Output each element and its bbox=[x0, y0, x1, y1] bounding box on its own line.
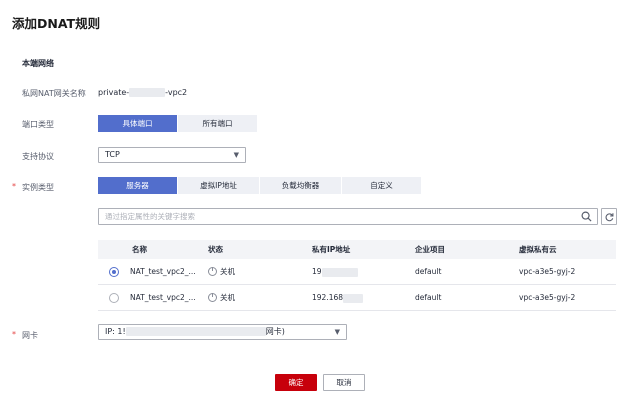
redacted-mask bbox=[321, 267, 358, 277]
protocol-select[interactable]: TCP ▼ bbox=[98, 147, 246, 163]
row-ip-text: 192.168 bbox=[312, 293, 344, 302]
row-status-text: 关机 bbox=[220, 267, 235, 276]
row-ip: 19 bbox=[312, 259, 358, 285]
nic-value-prefix: IP: 1! bbox=[105, 327, 126, 336]
instance-type-load-balancer[interactable]: 负载均衡器 bbox=[260, 177, 342, 194]
row-radio[interactable] bbox=[109, 293, 119, 303]
redacted-mask bbox=[343, 293, 364, 303]
power-off-icon bbox=[208, 292, 217, 302]
nic-select[interactable]: IP: 1! 网卡) ▼ bbox=[98, 324, 347, 340]
column-header-ip: 私有IP地址 bbox=[312, 245, 351, 254]
instance-table: 名称 状态 私有IP地址 企业项目 虚拟私有云 NAT_test_vpc2_..… bbox=[98, 240, 616, 311]
row-ip-text: 19 bbox=[312, 267, 322, 276]
chevron-down-icon: ▼ bbox=[233, 151, 239, 159]
protocol-value: TCP bbox=[105, 150, 120, 159]
nat-gateway-name: private- -vpc2 bbox=[98, 88, 187, 97]
search-icon[interactable] bbox=[581, 211, 592, 222]
instance-type-custom[interactable]: 自定义 bbox=[342, 177, 422, 194]
protocol-label: 支持协议 bbox=[22, 152, 54, 161]
column-header-enterprise: 企业项目 bbox=[415, 245, 445, 254]
required-mark: * bbox=[12, 182, 16, 191]
nat-gateway-name-suffix: -vpc2 bbox=[165, 88, 188, 97]
row-name: NAT_test_vpc2_... bbox=[130, 293, 196, 302]
nat-gateway-label: 私网NAT网关名称 bbox=[22, 89, 86, 98]
section-title: 本端网络 bbox=[22, 59, 54, 68]
refresh-icon bbox=[605, 213, 614, 222]
column-header-vpc: 虚拟私有云 bbox=[519, 245, 557, 254]
column-header-status: 状态 bbox=[208, 245, 223, 254]
column-header-name: 名称 bbox=[132, 245, 147, 254]
power-off-icon bbox=[208, 266, 217, 276]
row-enterprise: default bbox=[415, 293, 442, 302]
chevron-down-icon: ▼ bbox=[334, 328, 340, 336]
instance-type-label: 实例类型 bbox=[22, 183, 54, 192]
row-ip: 192.168 bbox=[312, 285, 364, 311]
port-type-specific[interactable]: 具体端口 bbox=[98, 115, 178, 132]
instance-type-virtual-ip[interactable]: 虚拟IP地址 bbox=[178, 177, 260, 194]
search-placeholder: 通过指定属性的关键字搜索 bbox=[105, 212, 195, 221]
port-type-selector: 具体端口 所有端口 bbox=[98, 115, 258, 132]
required-mark: * bbox=[12, 330, 16, 339]
row-radio[interactable] bbox=[109, 267, 119, 277]
page-title: 添加DNAT规则 bbox=[12, 16, 101, 31]
nic-value-suffix: 网卡) bbox=[265, 327, 285, 336]
nic-value: IP: 1! 网卡) bbox=[105, 327, 285, 336]
nic-label: 网卡 bbox=[22, 331, 38, 340]
confirm-button[interactable]: 确定 bbox=[275, 374, 317, 391]
redacted-mask bbox=[129, 88, 166, 97]
redacted-mask bbox=[125, 327, 266, 336]
table-row[interactable]: NAT_test_vpc2_... 关机 19 default vpc-a3e5… bbox=[98, 259, 616, 285]
row-vpc: vpc-a3e5-gyj-2 bbox=[519, 293, 576, 302]
search-box: 通过指定属性的关键字搜索 bbox=[98, 208, 598, 225]
refresh-button[interactable] bbox=[601, 208, 617, 225]
table-row[interactable]: NAT_test_vpc2_... 关机 192.168 default vpc… bbox=[98, 285, 616, 311]
table-header: 名称 状态 私有IP地址 企业项目 虚拟私有云 bbox=[98, 240, 616, 259]
row-status: 关机 bbox=[208, 285, 235, 311]
port-type-all[interactable]: 所有端口 bbox=[178, 115, 258, 132]
row-name: NAT_test_vpc2_... bbox=[130, 267, 196, 276]
port-type-label: 端口类型 bbox=[22, 120, 54, 129]
instance-type-selector: 服务器 虚拟IP地址 负载均衡器 自定义 bbox=[98, 177, 422, 194]
nat-gateway-name-prefix: private- bbox=[98, 88, 130, 97]
instance-type-server[interactable]: 服务器 bbox=[98, 177, 178, 194]
row-status: 关机 bbox=[208, 259, 235, 285]
row-vpc: vpc-a3e5-gyj-2 bbox=[519, 267, 576, 276]
row-status-text: 关机 bbox=[220, 293, 235, 302]
cancel-button[interactable]: 取消 bbox=[323, 374, 365, 391]
row-enterprise: default bbox=[415, 267, 442, 276]
